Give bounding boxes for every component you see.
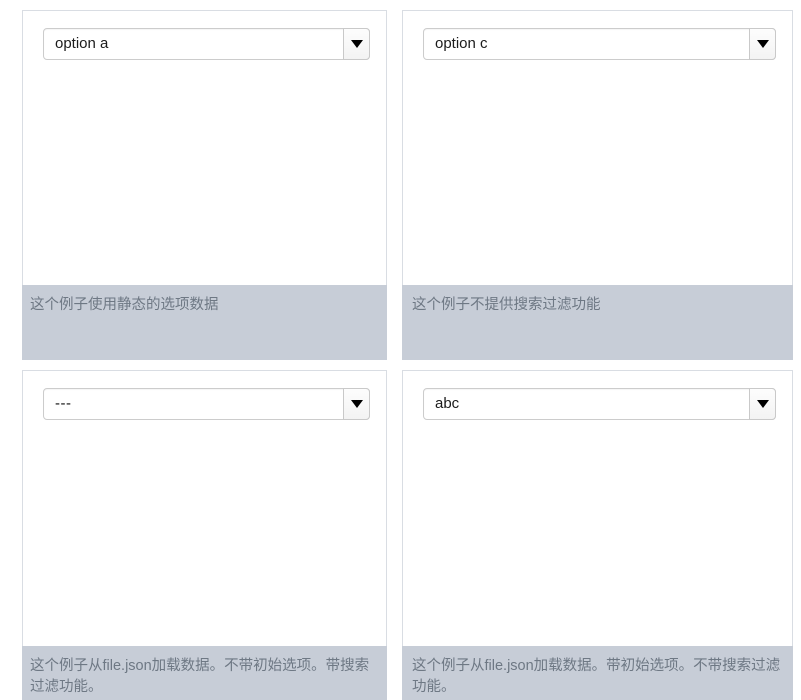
select-area: --- [22, 370, 387, 646]
chevron-down-icon[interactable] [343, 28, 370, 60]
examples-grid: option a 这个例子使用静态的选项数据 option c 这个例子不提供搜 [0, 0, 801, 700]
example-panel: --- 这个例子从file.json加载数据。不带初始选项。带搜索过滤功能。 [22, 370, 387, 700]
select-area: abc [402, 370, 793, 646]
select-area: option a [22, 10, 387, 285]
caret-glyph [350, 400, 363, 408]
caret-glyph [756, 400, 769, 408]
example-caption: 这个例子使用静态的选项数据 [30, 297, 219, 313]
example-panel: option c 这个例子不提供搜索过滤功能 [402, 10, 793, 360]
select-no-search-filter[interactable]: option c [423, 28, 776, 60]
select-remote-with-initial-no-search[interactable]: abc [423, 388, 776, 420]
example-cell-remote-no-initial-with-search: --- 这个例子从file.json加载数据。不带初始选项。带搜索过滤功能。 [0, 360, 395, 700]
chevron-down-icon[interactable] [749, 388, 776, 420]
example-caption: 这个例子从file.json加载数据。不带初始选项。带搜索过滤功能。 [30, 658, 370, 695]
example-panel: option a 这个例子使用静态的选项数据 [22, 10, 387, 360]
select-value: --- [55, 395, 72, 412]
example-cell-static-options: option a 这个例子使用静态的选项数据 [0, 0, 395, 360]
caret-glyph [350, 40, 363, 48]
example-cell-remote-with-initial-no-search: abc 这个例子从file.json加载数据。带初始选项。不带搜索过滤功能。 [395, 360, 801, 700]
caret-glyph [756, 40, 769, 48]
select-value: abc [435, 395, 460, 412]
chevron-down-icon[interactable] [749, 28, 776, 60]
example-panel: abc 这个例子从file.json加载数据。带初始选项。不带搜索过滤功能。 [402, 370, 793, 700]
example-caption: 这个例子从file.json加载数据。带初始选项。不带搜索过滤功能。 [412, 658, 781, 695]
chevron-down-icon[interactable] [343, 388, 370, 420]
example-cell-no-search-filter: option c 这个例子不提供搜索过滤功能 [395, 0, 801, 360]
select-value: option a [55, 35, 109, 52]
select-remote-no-initial-with-search[interactable]: --- [43, 388, 370, 420]
select-static-options[interactable]: option a [43, 28, 370, 60]
select-value: option c [435, 35, 488, 52]
select-area: option c [402, 10, 793, 285]
example-caption: 这个例子不提供搜索过滤功能 [412, 297, 601, 313]
